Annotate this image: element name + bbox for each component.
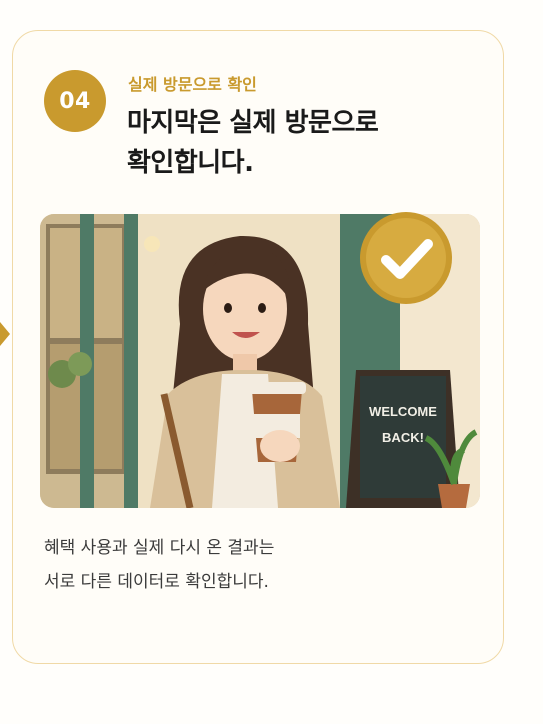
step-description: 혜택 사용과 실제 다시 온 결과는 서로 다른 데이터로 확인합니다. xyxy=(44,531,464,599)
check-icon xyxy=(360,212,452,304)
sign-text-line-2: BACK! xyxy=(382,430,424,445)
step-headline: 마지막은 실제 방문으로 확인합니다. xyxy=(127,103,457,183)
headline-line-1: 마지막은 실제 방문으로 xyxy=(127,108,379,138)
description-line-1: 혜택 사용과 실제 다시 온 결과는 xyxy=(44,538,275,558)
sign-text-line-1: WELCOME xyxy=(369,404,437,419)
page: 04 실제 방문으로 확인 마지막은 실제 방문으로 확인합니다. WELCOM… xyxy=(0,0,543,724)
step-eyebrow: 실제 방문으로 확인 xyxy=(128,75,257,94)
headline-line-2: 확인합니다. xyxy=(127,148,254,178)
check-badge xyxy=(358,210,454,306)
previous-step-arrow-icon xyxy=(0,322,10,346)
description-line-2: 서로 다른 데이터로 확인합니다. xyxy=(44,572,269,592)
step-number-badge: 04 xyxy=(44,70,106,132)
